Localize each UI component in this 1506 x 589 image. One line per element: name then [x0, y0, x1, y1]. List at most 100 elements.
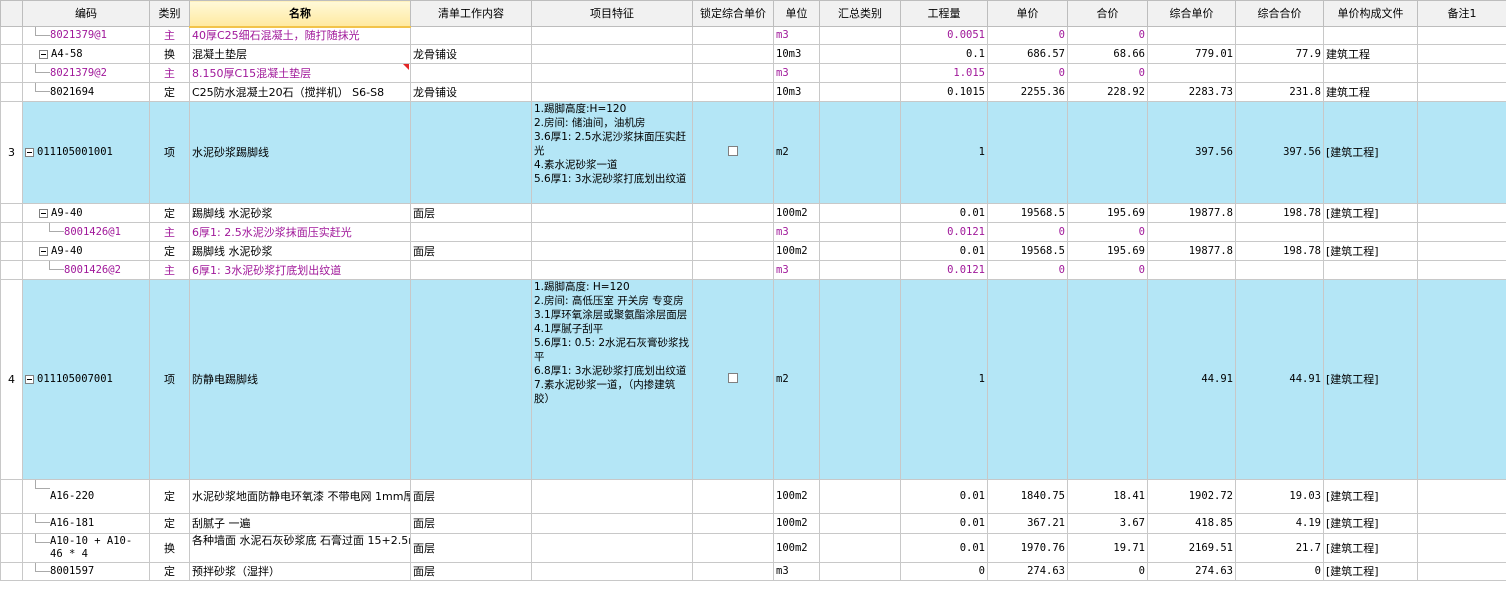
cell-cprice[interactable]: 2169.51 — [1147, 533, 1236, 563]
col-header-type[interactable]: 类别 — [149, 0, 190, 27]
cell-qty[interactable]: 0.01 — [900, 533, 988, 563]
col-header-feature[interactable]: 项目特征 — [531, 0, 693, 27]
cell-work-content[interactable] — [410, 101, 532, 204]
cell-unit[interactable]: 100m2 — [773, 533, 820, 563]
table-row[interactable]: 8001597 定预拌砂浆（湿拌） 面层 m3 0 274.63 0 274.63 0 [建筑工程… — [0, 562, 1506, 581]
cell-price-file[interactable]: [建筑工程] — [1323, 513, 1418, 534]
cell-cprice[interactable]: 44.91 — [1147, 279, 1236, 480]
cell-remark[interactable] — [1417, 63, 1506, 83]
cell-cprice[interactable]: 418.85 — [1147, 513, 1236, 534]
cell-unit[interactable]: 10m3 — [773, 44, 820, 64]
row-number[interactable]: 3 — [0, 101, 23, 204]
col-header-remark[interactable]: 备注1 — [1417, 0, 1506, 27]
cell-remark[interactable] — [1417, 101, 1506, 204]
cell-cprice[interactable] — [1147, 63, 1236, 83]
cell-price-file[interactable]: [建筑工程] — [1323, 203, 1418, 223]
cell-name[interactable]: 8.150厚C15混凝土垫层 — [189, 63, 411, 83]
cell-qty[interactable]: 0.01 — [900, 203, 988, 223]
cell-lock[interactable] — [692, 63, 774, 83]
cell-unit[interactable]: 100m2 — [773, 203, 820, 223]
cell-remark[interactable] — [1417, 203, 1506, 223]
cell-cprice[interactable]: 274.63 — [1147, 562, 1236, 581]
cell-total[interactable]: 0 — [1067, 562, 1148, 581]
cell-name[interactable]: C25防水混凝土20石（搅拌机） S6-S8 — [189, 82, 411, 102]
col-header-cprice[interactable]: 综合单价 — [1147, 0, 1236, 27]
cell-code[interactable]: 8021379@2 — [22, 63, 150, 83]
table-row[interactable]: A16-220 定水泥砂浆地面防静电环氧漆 不带电网 1mm厚 面层 100m2 0.0… — [0, 479, 1506, 514]
cell-type[interactable]: 换 — [149, 533, 190, 563]
cell-work-content[interactable]: 面层 — [410, 203, 532, 223]
cell-name[interactable]: 刮腻子 一遍 — [189, 513, 411, 534]
cell-feature[interactable] — [531, 26, 693, 45]
cell-price[interactable]: 19568.5 — [987, 203, 1068, 223]
cell-name[interactable]: 6厚1: 3水泥砂浆打底划出纹道 — [189, 260, 411, 280]
table-row[interactable]: 3 011105001001 项水泥砂浆踢脚线 1.踢脚高度:H=120 2.房间: … — [0, 101, 1506, 204]
row-number[interactable] — [0, 260, 23, 280]
cell-total[interactable]: 0 — [1067, 260, 1148, 280]
cell-code[interactable]: 8001426@2 — [22, 260, 150, 280]
cell-work-content[interactable] — [410, 63, 532, 83]
table-row[interactable]: 8001426@1 主 6厚1: 2.5水泥沙浆抹面压实赶光 m3 0.0121 0 0 — [0, 222, 1506, 242]
cell-price[interactable]: 0 — [987, 26, 1068, 45]
table-row[interactable]: A10-10 + A10-46 * 4 换各种墙面 水泥石灰砂浆底 石膏过面 15… — [0, 533, 1506, 563]
cell-price-file[interactable] — [1323, 222, 1418, 242]
cell-unit[interactable]: 100m2 — [773, 513, 820, 534]
cell-remark[interactable] — [1417, 260, 1506, 280]
col-header-name[interactable]: 名称 — [189, 0, 411, 28]
cell-summary[interactable] — [819, 26, 901, 45]
cell-summary[interactable] — [819, 533, 901, 563]
cell-feature[interactable] — [531, 203, 693, 223]
cell-code[interactable]: A10-10 + A10-46 * 4 — [22, 533, 150, 563]
cell-lock[interactable] — [692, 513, 774, 534]
lock-price-checkbox[interactable] — [728, 373, 738, 383]
cell-summary[interactable] — [819, 479, 901, 514]
table-row[interactable]: A9-40 定踢脚线 水泥砂浆 面层 100m2 0.01 19568.5 195.69 19… — [0, 241, 1506, 261]
cell-type[interactable]: 换 — [149, 44, 190, 64]
col-header-total[interactable]: 合价 — [1067, 0, 1148, 27]
cell-ctotal[interactable]: 77.9 — [1235, 44, 1324, 64]
cell-feature[interactable]: 1.踢脚高度: H=120 2.房间: 高低压室 开关房 专变房 3.1厚环氧涂… — [531, 279, 693, 480]
cell-ctotal[interactable]: 0 — [1235, 562, 1324, 581]
cell-summary[interactable] — [819, 82, 901, 102]
cell-feature[interactable] — [531, 63, 693, 83]
cell-summary[interactable] — [819, 203, 901, 223]
row-number[interactable] — [0, 63, 23, 83]
cell-feature[interactable] — [531, 533, 693, 563]
cell-qty[interactable]: 1 — [900, 101, 988, 204]
cell-unit[interactable]: 10m3 — [773, 82, 820, 102]
cell-summary[interactable] — [819, 279, 901, 480]
collapse-icon[interactable] — [25, 375, 34, 384]
cell-work-content[interactable]: 面层 — [410, 479, 532, 514]
cell-work-content[interactable]: 面层 — [410, 562, 532, 581]
cell-type[interactable]: 定 — [149, 203, 190, 223]
cell-price[interactable]: 686.57 — [987, 44, 1068, 64]
cell-price[interactable]: 1840.75 — [987, 479, 1068, 514]
cell-summary[interactable] — [819, 562, 901, 581]
cell-total[interactable] — [1067, 279, 1148, 480]
cell-ctotal[interactable]: 397.56 — [1235, 101, 1324, 204]
cell-cprice[interactable] — [1147, 222, 1236, 242]
cell-ctotal[interactable]: 19.03 — [1235, 479, 1324, 514]
table-row[interactable]: 8021694 定 C25防水混凝土20石（搅拌机） S6-S8 龙骨铺设 10m3 0.… — [0, 82, 1506, 102]
cell-cprice[interactable]: 397.56 — [1147, 101, 1236, 204]
cell-summary[interactable] — [819, 222, 901, 242]
cell-work-content[interactable]: 面层 — [410, 513, 532, 534]
table-row[interactable]: 8001426@2 主 6厚1: 3水泥砂浆打底划出纹道 m3 0.0121 0 0 — [0, 260, 1506, 280]
cell-feature[interactable] — [531, 82, 693, 102]
cell-lock[interactable] — [692, 260, 774, 280]
row-number[interactable] — [0, 241, 23, 261]
cell-feature[interactable]: 1.踢脚高度:H=120 2.房间: 储油间，油机房 3.6厚1: 2.5水泥沙… — [531, 101, 693, 204]
row-number[interactable] — [0, 562, 23, 581]
cell-name[interactable]: 踢脚线 水泥砂浆 — [189, 241, 411, 261]
cell-remark[interactable] — [1417, 279, 1506, 480]
cell-total[interactable] — [1067, 101, 1148, 204]
cell-code[interactable]: 011105001001 — [22, 101, 150, 204]
cell-total[interactable]: 195.69 — [1067, 203, 1148, 223]
cell-work-content[interactable]: 龙骨铺设 — [410, 44, 532, 64]
row-number[interactable] — [0, 533, 23, 563]
cell-code[interactable]: A16-181 — [22, 513, 150, 534]
cell-price-file[interactable]: 建筑工程 — [1323, 82, 1418, 102]
cell-remark[interactable] — [1417, 82, 1506, 102]
cell-unit[interactable]: m2 — [773, 101, 820, 204]
col-header-unit[interactable]: 单位 — [773, 0, 820, 27]
